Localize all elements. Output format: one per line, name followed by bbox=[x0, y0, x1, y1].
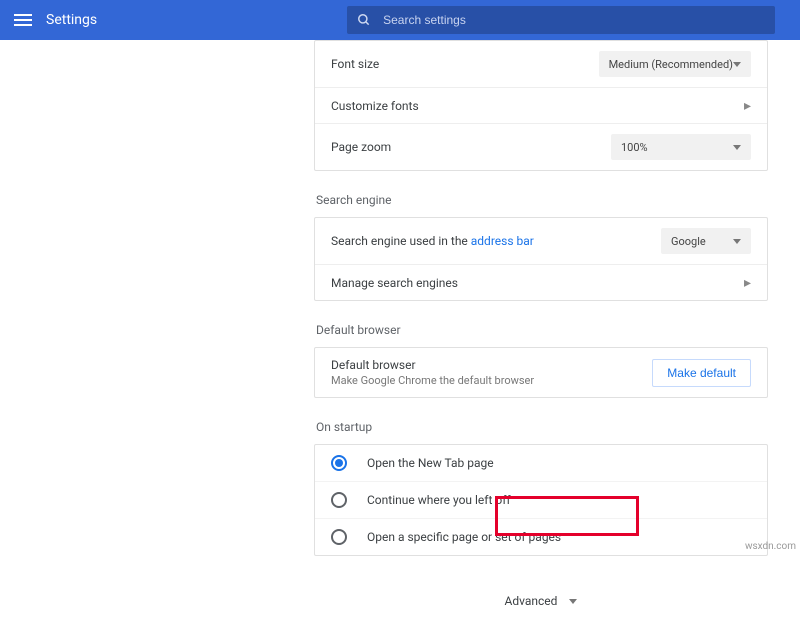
page-zoom-label: Page zoom bbox=[331, 140, 391, 154]
chevron-right-icon: ▸ bbox=[744, 276, 751, 290]
search-engine-value: Google bbox=[671, 235, 706, 248]
chevron-down-icon bbox=[733, 239, 741, 244]
address-bar-link[interactable]: address bar bbox=[471, 234, 534, 248]
startup-option-continue[interactable]: Continue where you left off bbox=[315, 481, 767, 518]
manage-search-engines-row[interactable]: Manage search engines ▸ bbox=[315, 264, 767, 300]
section-title-default-browser: Default browser bbox=[316, 323, 768, 337]
chevron-down-icon bbox=[569, 599, 577, 604]
chevron-right-icon: ▸ bbox=[744, 99, 751, 113]
default-browser-row: Default browser Make Google Chrome the d… bbox=[315, 348, 767, 397]
radio-icon bbox=[331, 529, 347, 545]
advanced-label: Advanced bbox=[505, 594, 558, 608]
default-browser-card: Default browser Make Google Chrome the d… bbox=[314, 347, 768, 398]
section-title-search-engine: Search engine bbox=[316, 193, 768, 207]
section-title-startup: On startup bbox=[316, 420, 768, 434]
customize-fonts-row[interactable]: Customize fonts ▸ bbox=[315, 87, 767, 123]
search-engine-used-label: Search engine used in the address bar bbox=[331, 234, 534, 248]
menu-icon[interactable] bbox=[14, 14, 32, 26]
default-browser-text: Default browser Make Google Chrome the d… bbox=[331, 358, 534, 387]
startup-option-label: Open the New Tab page bbox=[367, 456, 494, 470]
startup-option-label: Open a specific page or set of pages bbox=[367, 530, 561, 544]
font-size-value: Medium (Recommended) bbox=[609, 58, 733, 71]
make-default-button[interactable]: Make default bbox=[652, 359, 751, 387]
page-zoom-row: Page zoom 100% bbox=[315, 123, 767, 170]
page-zoom-value: 100% bbox=[621, 141, 648, 154]
font-size-select[interactable]: Medium (Recommended) bbox=[599, 51, 751, 77]
startup-option-specific-pages[interactable]: Open a specific page or set of pages bbox=[315, 518, 767, 555]
manage-search-engines-label: Manage search engines bbox=[331, 276, 458, 290]
radio-icon bbox=[331, 492, 347, 508]
page-title: Settings bbox=[46, 12, 97, 28]
search-engine-used-prefix: Search engine used in the bbox=[331, 234, 471, 248]
app-header: Settings bbox=[0, 0, 800, 40]
page-zoom-select[interactable]: 100% bbox=[611, 134, 751, 160]
main-column: Font size Medium (Recommended) Customize… bbox=[314, 40, 768, 618]
startup-option-new-tab[interactable]: Open the New Tab page bbox=[315, 445, 767, 481]
appearance-card: Font size Medium (Recommended) Customize… bbox=[314, 40, 768, 171]
customize-fonts-label: Customize fonts bbox=[331, 99, 419, 113]
watermark: wsxdn.com bbox=[745, 541, 796, 552]
default-browser-title: Default browser bbox=[331, 358, 534, 372]
search-engine-select[interactable]: Google bbox=[661, 228, 751, 254]
search-input[interactable] bbox=[383, 13, 765, 27]
chevron-down-icon bbox=[733, 145, 741, 150]
chevron-down-icon bbox=[733, 62, 741, 67]
radio-icon bbox=[331, 455, 347, 471]
font-size-label: Font size bbox=[331, 57, 379, 71]
search-engine-card: Search engine used in the address bar Go… bbox=[314, 217, 768, 301]
search-container[interactable] bbox=[347, 6, 775, 34]
advanced-toggle[interactable]: Advanced bbox=[481, 584, 601, 618]
font-size-row: Font size Medium (Recommended) bbox=[315, 41, 767, 87]
startup-card: Open the New Tab page Continue where you… bbox=[314, 444, 768, 556]
default-browser-sub: Make Google Chrome the default browser bbox=[331, 374, 534, 387]
startup-option-label: Continue where you left off bbox=[367, 493, 511, 507]
search-engine-row: Search engine used in the address bar Go… bbox=[315, 218, 767, 264]
search-icon bbox=[357, 13, 371, 27]
